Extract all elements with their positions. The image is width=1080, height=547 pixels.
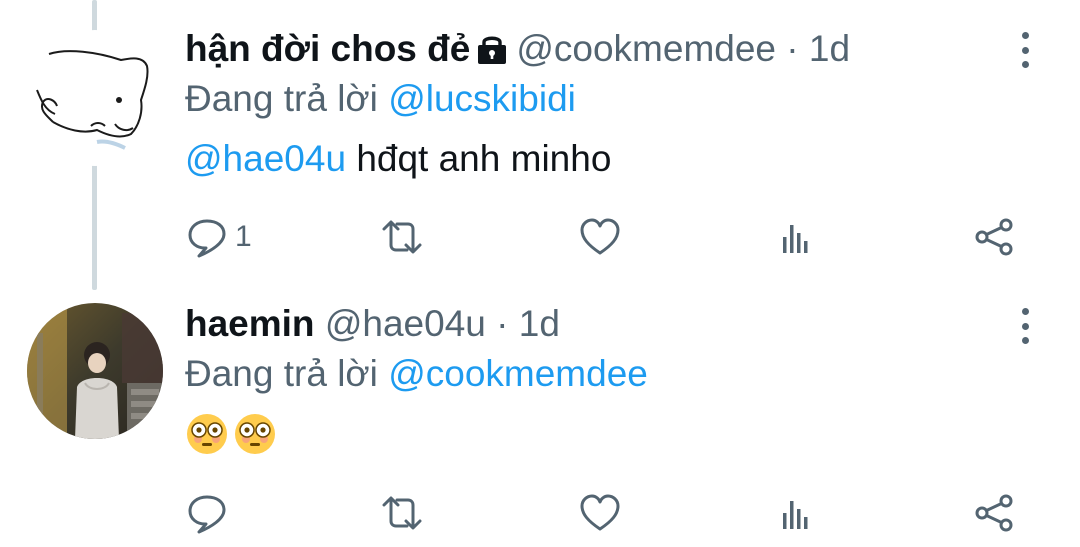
tweet-1[interactable]: hận đời chos đẻ @cookmemdee · 1d Đang tr… <box>0 0 1080 280</box>
retweet-icon <box>382 220 422 254</box>
flushed-face-emoji <box>185 412 229 466</box>
author-handle[interactable]: @cookmemdee <box>516 28 776 69</box>
flushed-face-emoji <box>233 412 277 466</box>
views-button[interactable] <box>775 488 819 538</box>
retweet-icon <box>382 496 422 530</box>
replying-prefix: Đang trả lời <box>185 78 378 119</box>
separator-dot: · <box>786 28 799 69</box>
author-name[interactable]: hận đời chos đẻ <box>185 28 470 69</box>
tweet-2[interactable]: haemin @hae04u · 1d Đang trả lời @cookme… <box>0 280 1080 547</box>
avatar[interactable] <box>27 30 163 166</box>
action-bar: 1 <box>0 212 1080 262</box>
like-icon <box>580 218 620 255</box>
avatar-sketch-image <box>27 30 163 166</box>
more-options-icon[interactable] <box>1020 308 1030 344</box>
tweet-time[interactable]: 1d <box>519 303 560 344</box>
retweet-button[interactable] <box>380 488 424 538</box>
share-button[interactable] <box>972 488 1016 538</box>
replying-to: Đang trả lời @lucskibidi <box>185 77 576 121</box>
like-button[interactable] <box>578 212 622 262</box>
action-bar <box>0 488 1080 538</box>
reply-count: 1 <box>235 220 252 253</box>
author-name[interactable]: haemin <box>185 303 315 344</box>
like-button[interactable] <box>578 488 622 538</box>
retweet-button[interactable] <box>380 212 424 262</box>
lock-icon <box>474 31 510 75</box>
tweet-text: @hae04u hđqt anh minho <box>185 137 611 181</box>
reply-icon <box>188 495 226 534</box>
replying-prefix: Đang trả lời <box>185 353 378 394</box>
author-handle[interactable]: @hae04u <box>325 303 486 344</box>
avatar[interactable] <box>27 303 163 439</box>
views-icon <box>783 501 808 529</box>
tweet-time[interactable]: 1d <box>809 28 850 69</box>
replying-to-mention[interactable]: @cookmemdee <box>388 353 648 394</box>
like-icon <box>580 494 620 531</box>
share-button[interactable] <box>972 212 1016 262</box>
reply-button[interactable]: 1 <box>185 212 252 262</box>
replying-to-mention[interactable]: @lucskibidi <box>388 78 576 119</box>
tweet-text <box>185 412 277 466</box>
replying-to: Đang trả lời @cookmemdee <box>185 352 648 396</box>
avatar-photo-image <box>27 303 163 439</box>
tweet-header: haemin @hae04u · 1d <box>185 302 560 346</box>
views-button[interactable] <box>775 212 819 262</box>
more-options-icon[interactable] <box>1020 32 1030 68</box>
share-icon <box>975 494 1013 532</box>
share-icon <box>975 218 1013 256</box>
reply-button[interactable] <box>185 488 229 538</box>
text-mention[interactable]: @hae04u <box>185 138 346 179</box>
reply-icon <box>188 219 226 258</box>
separator-dot: · <box>496 303 509 344</box>
views-icon <box>783 225 808 253</box>
tweet-header: hận đời chos đẻ @cookmemdee · 1d <box>185 27 850 75</box>
tweet-body: hđqt anh minho <box>356 138 612 179</box>
